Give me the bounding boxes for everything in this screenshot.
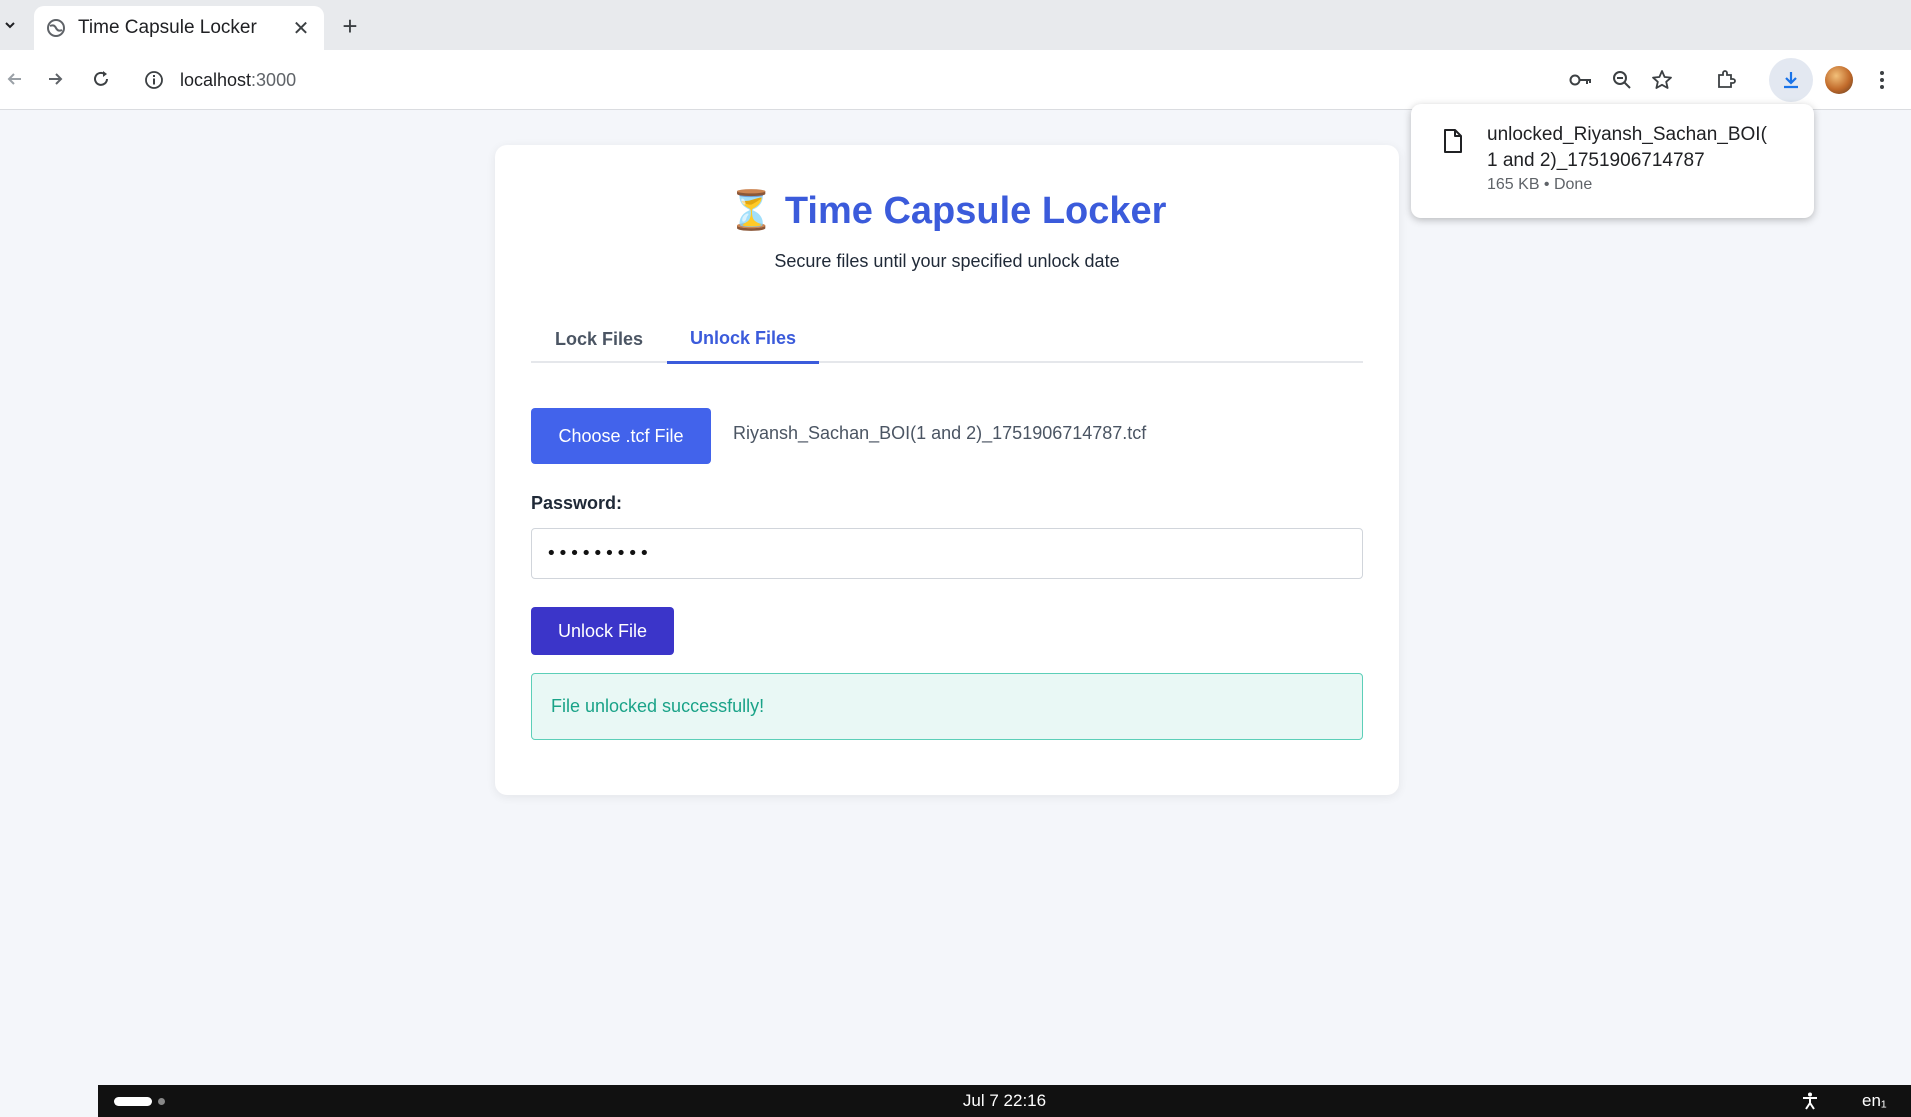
- profile-avatar[interactable]: [1823, 64, 1855, 96]
- password-label: Password:: [531, 493, 623, 513]
- url-host: localhost: [180, 69, 252, 90]
- selected-file-name: Riyansh_Sachan_BOI(1 and 2)_175190671478…: [733, 423, 1147, 443]
- success-message: File unlocked successfully!: [531, 673, 1363, 740]
- file-icon: [1444, 129, 1462, 153]
- keyboard-language[interactable]: en₁: [1862, 1091, 1887, 1111]
- download-bubble[interactable]: unlocked_Riyansh_Sachan_BOI( 1 and 2)_17…: [1411, 104, 1814, 218]
- download-filename[interactable]: unlocked_Riyansh_Sachan_BOI( 1 and 2)_17…: [1487, 122, 1797, 174]
- tab-unlock-files[interactable]: Unlock Files: [667, 315, 819, 364]
- reload-icon[interactable]: [86, 64, 116, 94]
- extensions-icon[interactable]: [1710, 64, 1742, 96]
- new-tab-icon[interactable]: +: [336, 11, 364, 41]
- hourglass-icon: ⏳: [727, 190, 775, 232]
- key-icon[interactable]: [1565, 64, 1597, 96]
- back-icon[interactable]: [0, 64, 30, 94]
- tab-title: Time Capsule Locker: [78, 17, 257, 38]
- page-title-text: Time Capsule Locker: [784, 190, 1167, 232]
- download-filename-line1: unlocked_Riyansh_Sachan_BOI(: [1487, 124, 1767, 145]
- globe-icon: [47, 19, 65, 37]
- close-tab-icon[interactable]: ✕: [290, 17, 312, 40]
- forward-icon[interactable]: [40, 64, 70, 94]
- site-info-icon[interactable]: [144, 70, 164, 90]
- accessibility-icon[interactable]: [1800, 1091, 1820, 1111]
- browser-tabstrip: Time Capsule Locker ✕ +: [0, 0, 1911, 50]
- unlock-file-button[interactable]: Unlock File: [531, 607, 674, 655]
- download-icon[interactable]: [1769, 58, 1813, 102]
- zoom-icon[interactable]: [1606, 64, 1638, 96]
- tab-lock-files[interactable]: Lock Files: [531, 315, 667, 363]
- system-taskbar: Jul 7 22:16 en₁: [98, 1085, 1911, 1117]
- clock[interactable]: Jul 7 22:16: [98, 1085, 1911, 1117]
- browser-tab[interactable]: Time Capsule Locker ✕: [34, 6, 324, 50]
- tab-search-chevron-icon[interactable]: [0, 14, 20, 36]
- mode-tabs: Lock Files Unlock Files: [531, 315, 1363, 364]
- url-port: :3000: [251, 69, 297, 90]
- page-title: ⏳ Time Capsule Locker: [495, 189, 1399, 233]
- password-input[interactable]: •••••••••: [531, 528, 1363, 579]
- menu-kebab-icon[interactable]: [1866, 64, 1898, 96]
- choose-file-button[interactable]: Choose .tcf File: [531, 408, 711, 464]
- download-filename-line2: 1 and 2)_1751906714787: [1487, 150, 1705, 171]
- download-meta: 165 KB • Done: [1487, 176, 1593, 193]
- bookmark-star-icon[interactable]: [1646, 64, 1678, 96]
- browser-toolbar: localhost:3000: [0, 50, 1911, 110]
- address-bar[interactable]: localhost:3000: [136, 58, 1756, 102]
- locker-card: ⏳ Time Capsule Locker Secure files until …: [495, 145, 1399, 795]
- page-subtitle: Secure files until your specified unlock…: [774, 251, 1120, 271]
